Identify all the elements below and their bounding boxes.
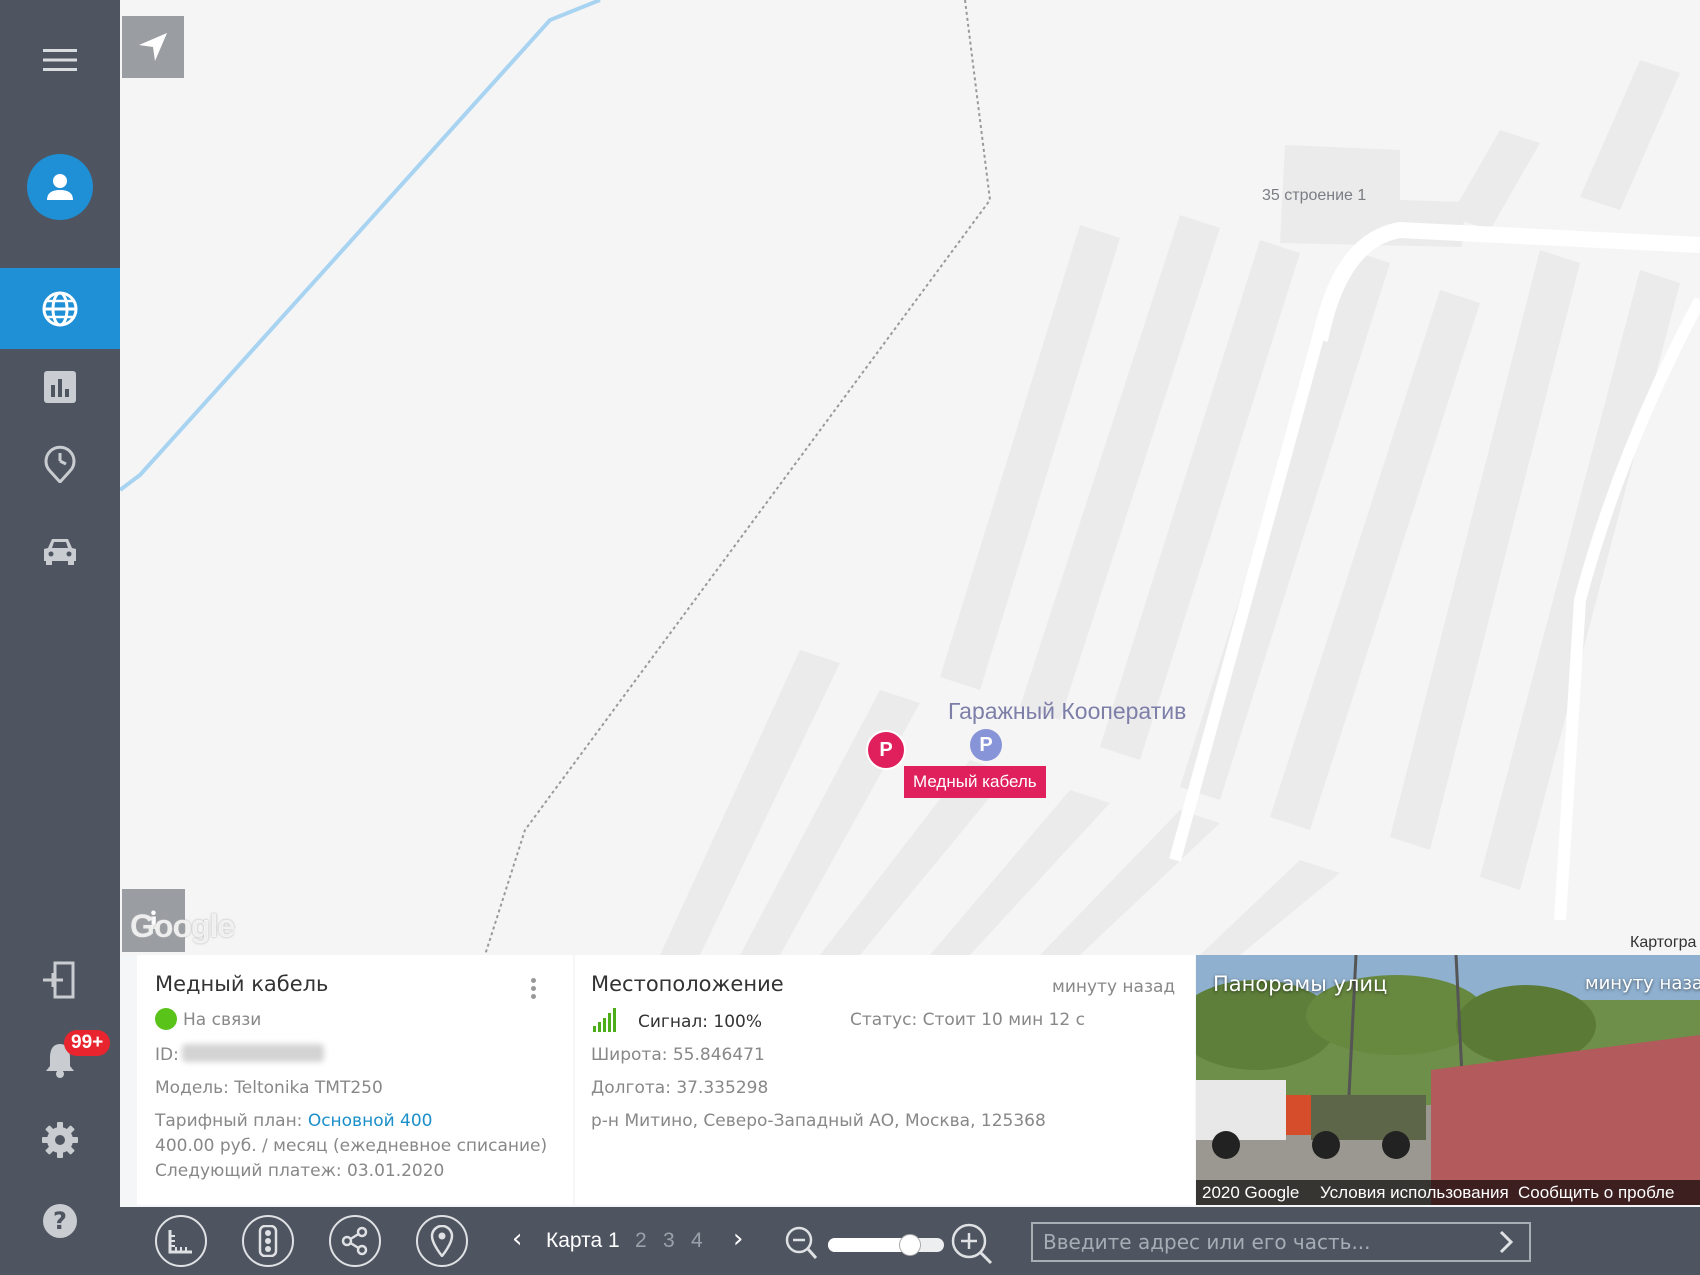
status-indicator xyxy=(155,1008,177,1030)
map-canvas[interactable] xyxy=(120,0,1700,955)
logout-icon xyxy=(43,961,75,999)
settings-button[interactable] xyxy=(0,1121,120,1159)
zoom-out-button[interactable] xyxy=(784,1225,818,1265)
share-button[interactable] xyxy=(329,1215,381,1267)
location-title: Местоположение xyxy=(591,972,784,996)
longitude: Долгота: 37.335298 xyxy=(591,1078,769,1098)
zoom-in-button[interactable] xyxy=(950,1222,994,1270)
address-search-input[interactable] xyxy=(1033,1229,1491,1255)
device-id-label: ID: xyxy=(155,1045,179,1065)
building-label: 35 строение 1 xyxy=(1262,187,1367,204)
next-map-button[interactable]: › xyxy=(733,1224,743,1254)
poi-label: Гаражный Кооператив xyxy=(948,698,1187,724)
notifications-badge: 99+ xyxy=(64,1030,111,1056)
tariff-row: Тарифный план: Основной 400 xyxy=(155,1111,433,1131)
map-tab-3[interactable]: 3 xyxy=(663,1229,675,1253)
clock-pin-icon xyxy=(44,445,76,483)
report-link[interactable]: Сообщить о пробле xyxy=(1518,1183,1674,1203)
sidebar-item-map[interactable] xyxy=(0,268,120,349)
map-tab-2[interactable]: 2 xyxy=(635,1229,647,1253)
globe-icon xyxy=(42,291,78,326)
location-time: минуту назад xyxy=(1052,977,1176,997)
map-pin-icon xyxy=(430,1225,454,1257)
device-model: Модель: Teltonika TMT250 xyxy=(155,1078,383,1098)
vehicle-marker[interactable]: P xyxy=(866,730,906,770)
navigation-arrow-icon xyxy=(139,33,167,61)
street-view-footer: 2020 Google Условия использования Сообщи… xyxy=(1196,1180,1700,1205)
traffic-light-icon xyxy=(258,1225,278,1257)
share-icon xyxy=(341,1226,368,1256)
motion-status: Статус: Стоит 10 мин 12 с xyxy=(850,1010,1085,1030)
tariff-link[interactable]: Основной 400 xyxy=(308,1111,433,1131)
profile-button[interactable] xyxy=(0,154,120,220)
gear-icon xyxy=(42,1122,78,1158)
prev-map-button[interactable]: ‹ xyxy=(512,1224,522,1254)
zoom-out-icon xyxy=(785,1226,818,1259)
parking-marker[interactable]: P xyxy=(970,729,1002,761)
signal-strength: Сигнал: 100% xyxy=(638,1012,762,1032)
zoom-handle[interactable] xyxy=(899,1234,921,1256)
traffic-button[interactable] xyxy=(242,1215,294,1267)
tariff-price: 400.00 руб. / месяц (ежедневное списание… xyxy=(155,1136,548,1156)
locate-button[interactable] xyxy=(122,16,184,78)
svg-text:?: ? xyxy=(53,1207,67,1235)
zoom-fill xyxy=(828,1238,910,1252)
device-id-redacted xyxy=(182,1044,324,1062)
help-button[interactable]: ? xyxy=(0,1202,120,1240)
map-tab-current[interactable]: Карта 1 xyxy=(546,1229,620,1253)
street-view-time: минуту назад xyxy=(1585,973,1700,994)
chart-icon xyxy=(44,371,76,403)
cartography-label[interactable]: Картогра xyxy=(1630,934,1696,952)
zoom-slider[interactable] xyxy=(828,1234,944,1256)
car-icon xyxy=(44,539,76,565)
sidebar-item-reports[interactable] xyxy=(0,367,120,407)
next-payment: Следующий платеж: 03.01.2020 xyxy=(155,1161,445,1181)
latitude: Широта: 55.846471 xyxy=(591,1045,765,1065)
logout-button[interactable] xyxy=(0,959,120,1001)
device-name: Медный кабель xyxy=(155,972,329,996)
google-watermark: Google xyxy=(130,908,235,944)
ruler-button[interactable] xyxy=(155,1215,207,1267)
hamburger-icon xyxy=(43,49,77,71)
vehicle-tag[interactable]: Медный кабель xyxy=(904,766,1046,798)
copyright-text: 2020 Google xyxy=(1202,1183,1300,1202)
chevron-right-icon[interactable] xyxy=(1491,1227,1521,1257)
avatar xyxy=(27,154,93,220)
sidebar-item-vehicles[interactable] xyxy=(0,533,120,569)
marker-button[interactable] xyxy=(416,1215,468,1267)
sidebar-item-history[interactable] xyxy=(0,444,120,484)
terms-link[interactable]: Условия использования xyxy=(1320,1183,1509,1203)
ruler-icon xyxy=(168,1230,192,1254)
user-icon xyxy=(47,174,73,200)
menu-button[interactable] xyxy=(0,35,120,85)
help-icon: ? xyxy=(43,1204,77,1238)
zoom-in-icon xyxy=(951,1223,993,1265)
map-layer xyxy=(120,0,1700,955)
tariff-label: Тарифный план: xyxy=(155,1111,303,1131)
address-search[interactable] xyxy=(1031,1222,1531,1262)
more-menu-icon[interactable] xyxy=(531,978,539,1002)
map-tab-4[interactable]: 4 xyxy=(691,1229,703,1253)
street-view-title: Панорамы улиц xyxy=(1213,972,1388,996)
signal-icon xyxy=(593,1008,616,1032)
address: р-н Митино, Северо-Западный АО, Москва, … xyxy=(591,1111,1046,1131)
device-status: На связи xyxy=(183,1010,262,1030)
